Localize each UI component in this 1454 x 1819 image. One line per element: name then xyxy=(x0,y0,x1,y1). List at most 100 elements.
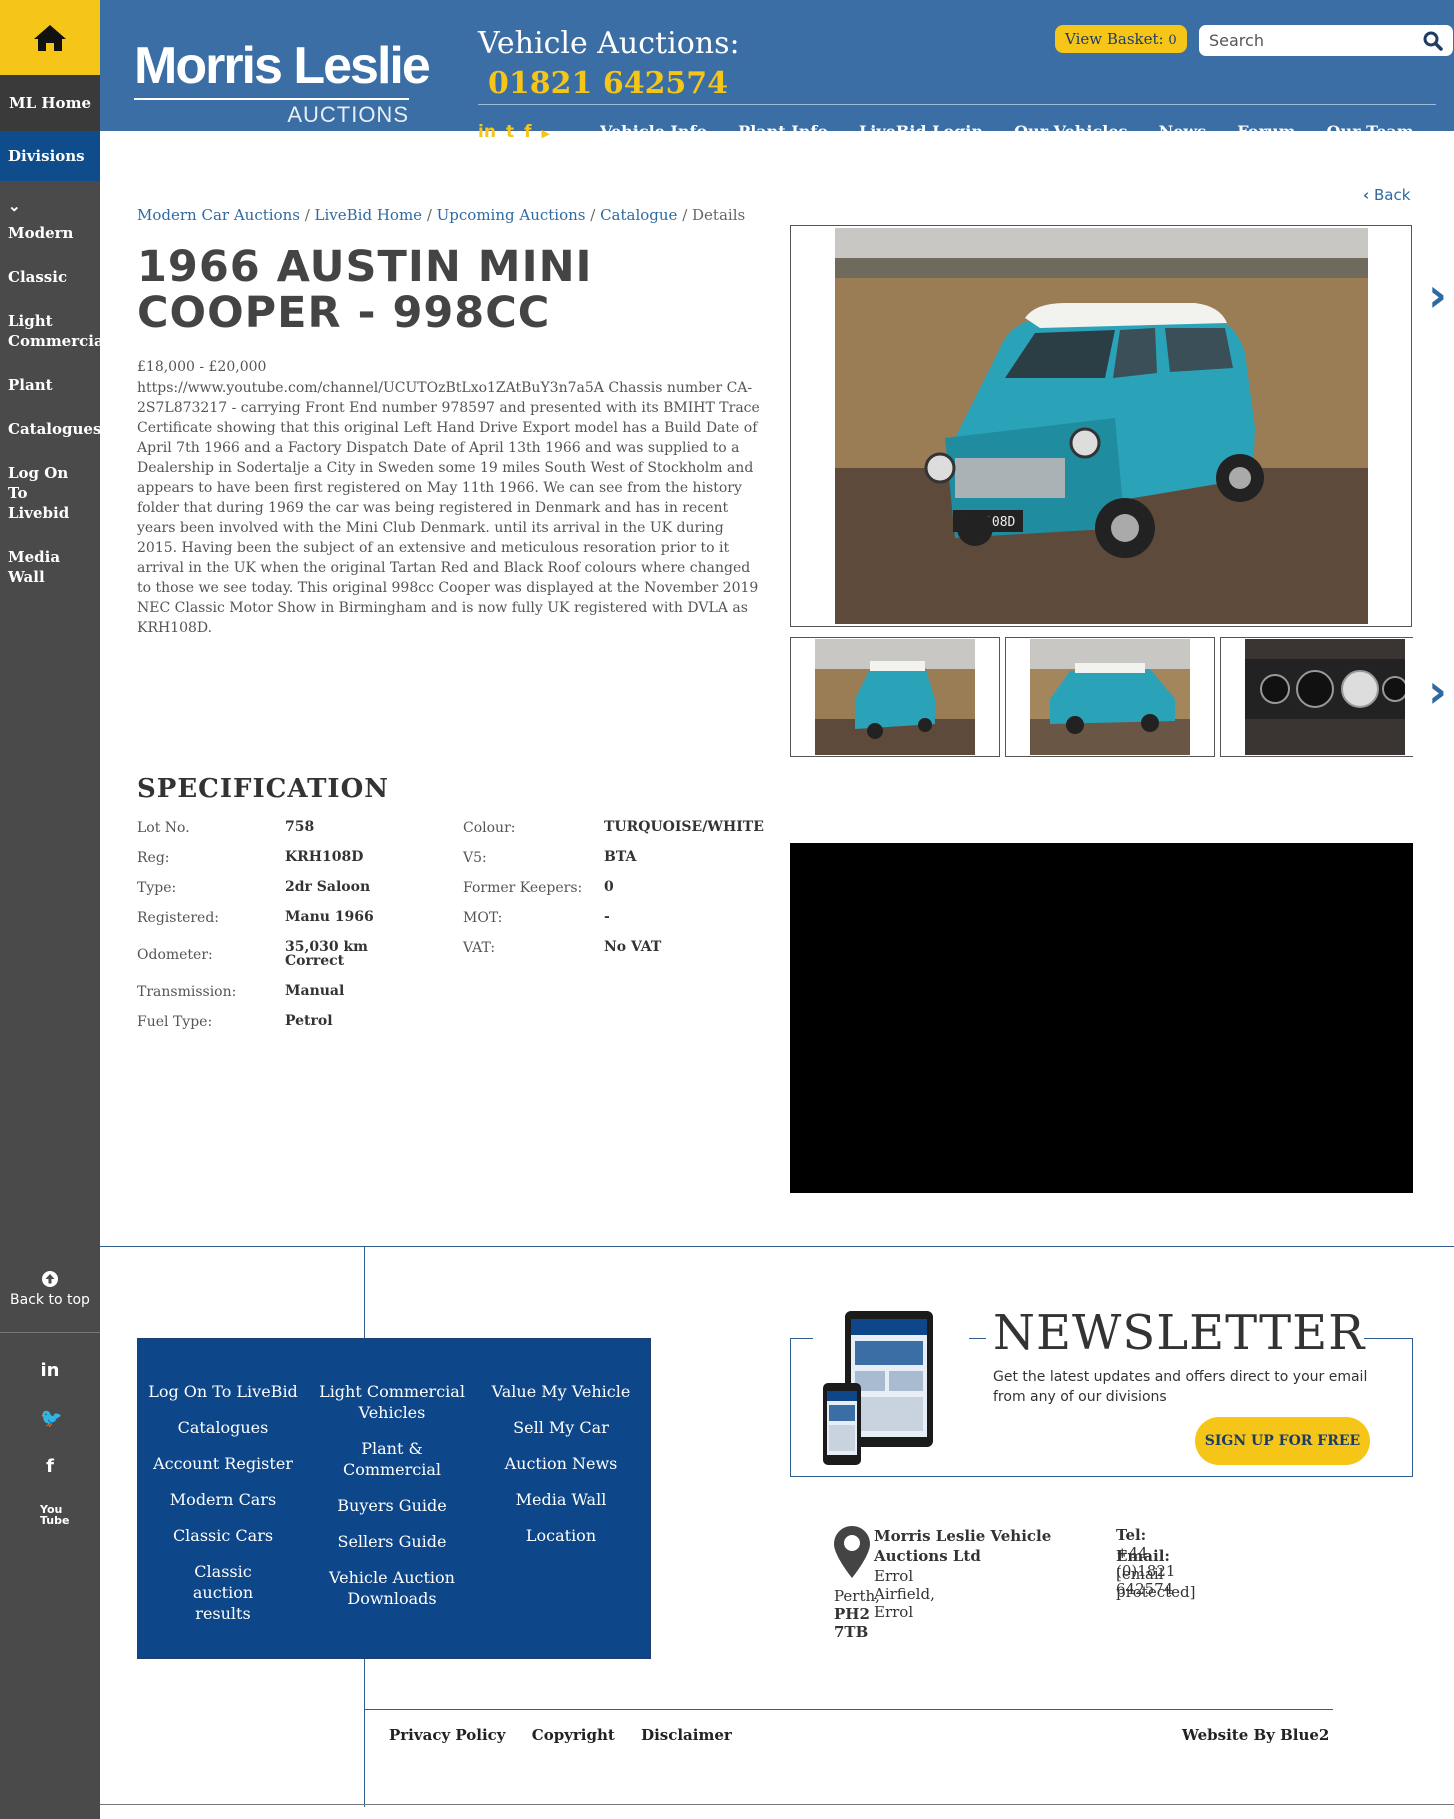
youtube-icon[interactable]: You Tube xyxy=(40,1504,69,1526)
spec-label: Former Keepers: xyxy=(463,880,583,896)
footer-link[interactable]: Value My Vehicle xyxy=(481,1381,641,1402)
sidebar-item-light-commercial[interactable]: Light Commercial xyxy=(0,299,109,363)
footer-link[interactable]: Plant & Commercial xyxy=(312,1438,472,1480)
breadcrumb-current: Details xyxy=(692,206,746,224)
spec-label: Type: xyxy=(137,880,177,896)
linkedin-icon[interactable]: in xyxy=(40,1360,60,1382)
address-line: Errol Airfield, Errol xyxy=(874,1567,935,1621)
footer-link[interactable]: Log On To LiveBid xyxy=(143,1381,303,1402)
spec-value: Manual xyxy=(285,983,345,999)
footer-link[interactable]: Classic Cars xyxy=(143,1525,303,1546)
footer-col-3: Value My Vehicle Sell My Car Auction New… xyxy=(481,1381,641,1561)
spec-value: Petrol xyxy=(285,1013,333,1029)
email-value[interactable]: [email protected] xyxy=(1116,1565,1195,1601)
tel-label: Tel: xyxy=(1116,1526,1147,1544)
footer-links: Log On To LiveBid Catalogues Account Reg… xyxy=(137,1338,651,1659)
back-to-top-label: Back to top xyxy=(10,1292,90,1308)
privacy-policy-link[interactable]: Privacy Policy xyxy=(389,1726,506,1744)
logo-sub-text: AUCTIONS xyxy=(287,102,409,127)
nav-livebid-login[interactable]: LiveBid Login xyxy=(859,122,983,131)
breadcrumb-livebid-home[interactable]: LiveBid Home xyxy=(315,206,423,224)
footer-link[interactable]: Vehicle Auction Downloads xyxy=(312,1567,472,1609)
spec-value: Manu 1966 xyxy=(285,909,374,925)
spec-label: VAT: xyxy=(463,940,496,956)
footer-link[interactable]: Media Wall xyxy=(481,1489,641,1510)
twitter-icon[interactable]: 🐦 xyxy=(40,1408,62,1430)
facebook-icon[interactable]: f xyxy=(524,122,531,142)
view-basket-button[interactable]: View Basket: 0 xyxy=(1055,25,1187,53)
footer-link[interactable]: Account Register xyxy=(143,1453,303,1474)
sidebar: ML Home Divisions ⌄ Modern Classic Light… xyxy=(0,0,109,1819)
spec-label: Lot No. xyxy=(137,820,190,836)
chevron-left-icon: ‹ xyxy=(1363,186,1370,204)
video-player[interactable] xyxy=(790,843,1413,1193)
breadcrumb-upcoming-auctions[interactable]: Upcoming Auctions xyxy=(437,206,586,224)
sidebar-item-media-wall[interactable]: Media Wall xyxy=(0,535,100,599)
sidebar-item-plant[interactable]: Plant xyxy=(0,363,100,407)
main-photo[interactable]: KRH108D xyxy=(790,225,1412,627)
basket-count: 0 xyxy=(1168,33,1177,48)
home-button[interactable] xyxy=(0,0,100,75)
thumbnail-1[interactable] xyxy=(790,637,1000,757)
header-phone[interactable]: 01821 642574 xyxy=(488,66,728,101)
back-link[interactable]: ‹ Back xyxy=(1363,186,1410,204)
car-photo-main: KRH108D xyxy=(835,228,1368,624)
site-credit-link[interactable]: Website By Blue2 xyxy=(1182,1726,1329,1744)
car-photo-thumb-1 xyxy=(815,639,975,755)
breadcrumb-modern-car-auctions[interactable]: Modern Car Auctions xyxy=(137,206,300,224)
footer-link[interactable]: Sell My Car xyxy=(481,1417,641,1438)
search-input[interactable] xyxy=(1209,31,1423,50)
footer-link[interactable]: Catalogues xyxy=(143,1417,303,1438)
sidebar-item-classic[interactable]: Classic xyxy=(0,255,100,299)
spec-value: 0 xyxy=(604,879,614,895)
spec-label: Registered: xyxy=(137,910,220,926)
next-thumbnail-arrow-icon[interactable]: › xyxy=(1428,664,1447,718)
ml-home-link[interactable]: ML Home xyxy=(0,75,100,131)
breadcrumb: Modern Car Auctions / LiveBid Home / Upc… xyxy=(137,206,746,224)
footer-link[interactable]: Location xyxy=(481,1525,641,1546)
spec-label: Transmission: xyxy=(137,984,237,1000)
sidebar-item-catalogues[interactable]: Catalogues xyxy=(0,407,101,451)
logo[interactable]: Morris Leslie AUCTIONS xyxy=(134,37,431,128)
footer-link[interactable]: Modern Cars xyxy=(143,1489,303,1510)
logo-main-text: Morris Leslie xyxy=(134,37,431,95)
nav-news[interactable]: News xyxy=(1159,122,1207,131)
facebook-icon[interactable]: f xyxy=(40,1456,60,1478)
legal-links: Privacy Policy Copyright Disclaimer xyxy=(389,1726,753,1744)
page-title: 1966 AUSTIN MINI COOPER - 998CC xyxy=(137,242,593,338)
spec-label: MOT: xyxy=(463,910,503,926)
linkedin-icon[interactable]: in xyxy=(478,122,496,142)
footer-link[interactable]: Classic auction results xyxy=(143,1561,303,1624)
arrow-up-circle-icon xyxy=(42,1271,58,1287)
nav-our-team[interactable]: Our Team xyxy=(1327,122,1414,131)
chevron-down-icon: ⌄ xyxy=(8,197,21,215)
nav-our-vehicles[interactable]: Our Vehicles xyxy=(1014,122,1127,131)
footer-link[interactable]: Auction News xyxy=(481,1453,641,1474)
back-to-top-button[interactable]: Back to top xyxy=(0,1270,100,1333)
sidebar-item-log-on-livebid[interactable]: Log On To Livebid xyxy=(0,451,100,535)
footer-link[interactable]: Buyers Guide xyxy=(312,1495,472,1516)
copyright-link[interactable]: Copyright xyxy=(532,1726,615,1744)
search-icon[interactable] xyxy=(1423,31,1443,51)
breadcrumb-catalogue[interactable]: Catalogue xyxy=(600,206,677,224)
spec-label: Reg: xyxy=(137,850,170,866)
divisions-label: Divisions xyxy=(8,147,85,165)
basket-label: View Basket: xyxy=(1065,30,1164,48)
divisions-toggle[interactable]: Divisions ⌄ xyxy=(0,131,100,215)
footer-link[interactable]: Light Commercial Vehicles xyxy=(312,1381,472,1423)
price-estimate: £18,000 - £20,000 xyxy=(137,359,267,375)
nav-plant-info[interactable]: Plant Info xyxy=(738,122,828,131)
twitter-icon[interactable]: t xyxy=(506,122,514,142)
nav-vehicle-info[interactable]: Vehicle Info xyxy=(600,122,707,131)
youtube-icon[interactable]: ▶ xyxy=(541,127,549,140)
footer-link[interactable]: Sellers Guide xyxy=(312,1531,472,1552)
newsletter-signup-button[interactable]: SIGN UP FOR FREE xyxy=(1195,1417,1370,1465)
thumbnail-3[interactable] xyxy=(1220,637,1413,757)
nav-forum[interactable]: Forum xyxy=(1237,122,1295,131)
next-photo-arrow-icon[interactable]: › xyxy=(1428,268,1447,322)
spec-value: No VAT xyxy=(604,939,662,955)
back-label: Back xyxy=(1373,186,1411,204)
disclaimer-link[interactable]: Disclaimer xyxy=(641,1726,732,1744)
spec-value: 758 xyxy=(285,819,315,835)
thumbnail-2[interactable] xyxy=(1005,637,1215,757)
